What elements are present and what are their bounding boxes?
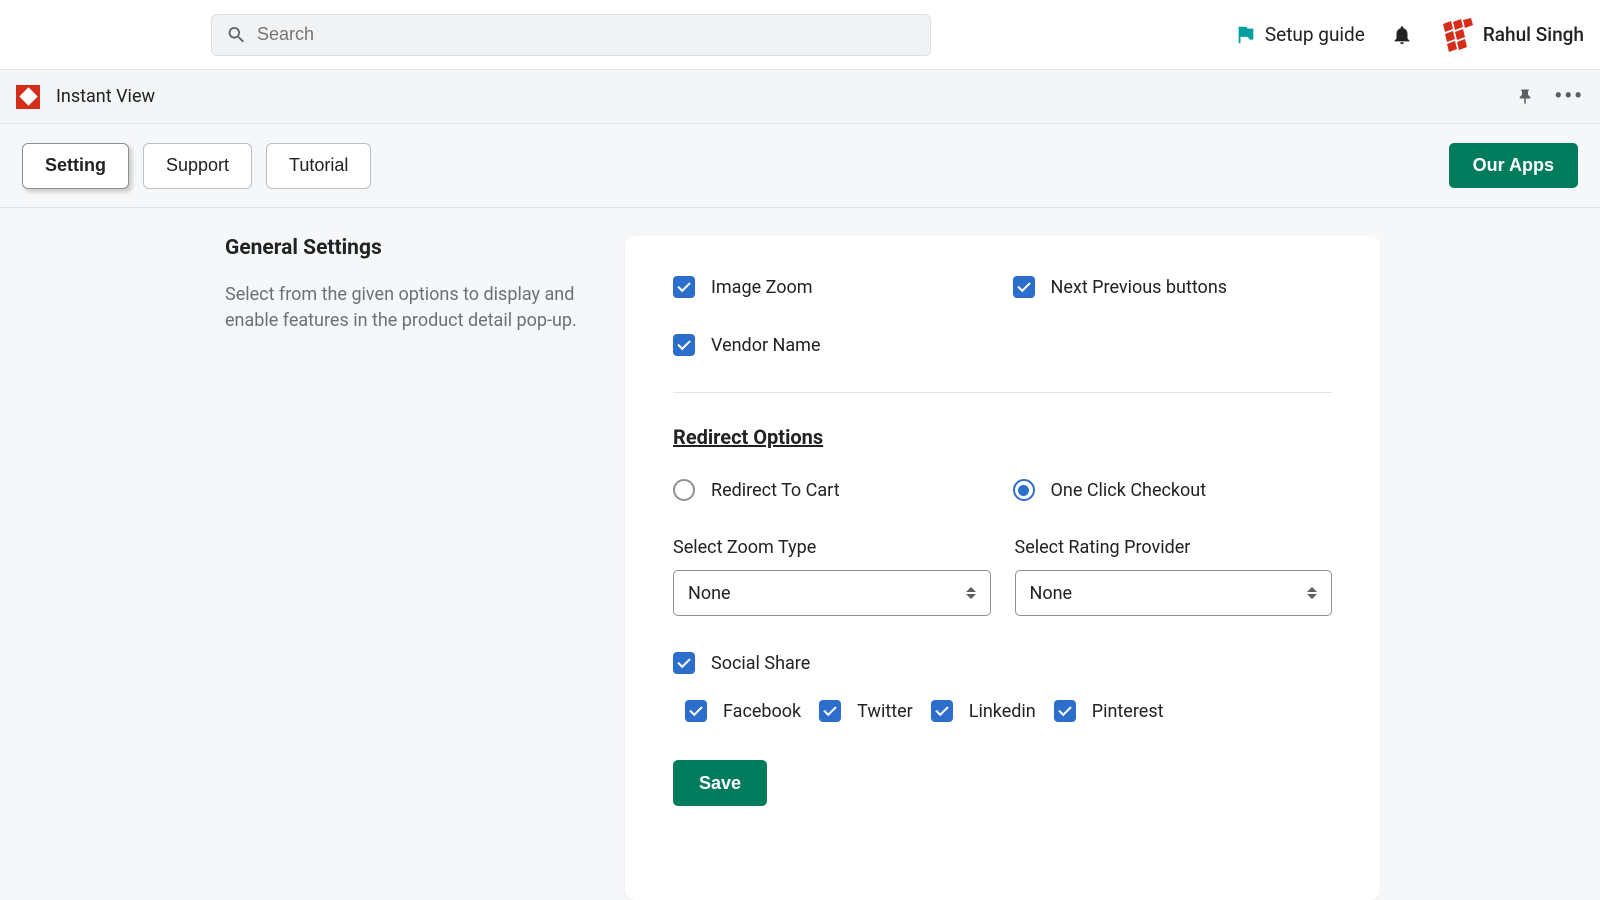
checkbox-image-zoom[interactable]: Image Zoom xyxy=(673,276,993,298)
rating-provider-select[interactable]: None xyxy=(1015,570,1333,616)
checkbox-label: Next Previous buttons xyxy=(1051,277,1228,298)
search-icon xyxy=(226,24,247,46)
side-description: General Settings Select from the given o… xyxy=(225,236,625,900)
radio-redirect-to-cart[interactable]: Redirect To Cart xyxy=(673,479,993,501)
checkbox-facebook[interactable]: Facebook xyxy=(685,700,801,722)
search-input[interactable] xyxy=(257,24,916,45)
chevron-sort-icon xyxy=(1307,587,1317,599)
user-menu[interactable]: Rahul Singh xyxy=(1439,18,1584,52)
top-bar: Setup guide Rahul Singh xyxy=(0,0,1600,70)
checkbox-label: Vendor Name xyxy=(711,335,821,356)
our-apps-button[interactable]: Our Apps xyxy=(1449,143,1578,188)
setup-guide-label: Setup guide xyxy=(1265,23,1365,46)
select-value: None xyxy=(1030,583,1073,604)
checkbox-label: Pinterest xyxy=(1092,701,1164,722)
app-title: Instant View xyxy=(56,86,155,107)
user-name: Rahul Singh xyxy=(1483,23,1584,46)
checkbox-label: Twitter xyxy=(857,701,913,722)
avatar xyxy=(1439,18,1473,52)
checkbox-label: Facebook xyxy=(723,701,801,722)
tab-bar: Setting Support Tutorial Our Apps xyxy=(0,124,1600,208)
radio-label: One Click Checkout xyxy=(1051,480,1207,501)
settings-panel: Image Zoom Next Previous buttons Vendor … xyxy=(625,236,1380,900)
content: General Settings Select from the given o… xyxy=(0,208,1600,900)
tab-support[interactable]: Support xyxy=(143,143,252,189)
section-redirect-title: Redirect Options xyxy=(673,425,1332,449)
page-subtitle: Select from the given options to display… xyxy=(225,282,585,334)
checkbox-label: Social Share xyxy=(711,653,810,674)
radio-label: Redirect To Cart xyxy=(711,480,840,501)
tab-tutorial[interactable]: Tutorial xyxy=(266,143,371,189)
checkbox-linkedin[interactable]: Linkedin xyxy=(931,700,1036,722)
divider xyxy=(673,392,1332,393)
checkbox-label: Linkedin xyxy=(969,701,1036,722)
more-icon[interactable]: ••• xyxy=(1554,84,1584,109)
pin-icon[interactable] xyxy=(1516,88,1534,106)
zoom-type-label: Select Zoom Type xyxy=(673,537,991,558)
bell-icon[interactable] xyxy=(1391,23,1413,47)
flag-icon xyxy=(1235,24,1257,46)
radio-one-click-checkout[interactable]: One Click Checkout xyxy=(1013,479,1333,501)
app-bar: Instant View ••• xyxy=(0,70,1600,124)
checkbox-twitter[interactable]: Twitter xyxy=(819,700,913,722)
zoom-type-select[interactable]: None xyxy=(673,570,991,616)
chevron-sort-icon xyxy=(966,587,976,599)
rating-provider-label: Select Rating Provider xyxy=(1015,537,1333,558)
checkbox-label: Image Zoom xyxy=(711,277,813,298)
search-input-wrap[interactable] xyxy=(211,14,931,56)
page-title: General Settings xyxy=(225,236,585,260)
checkbox-next-prev[interactable]: Next Previous buttons xyxy=(1013,276,1333,298)
select-value: None xyxy=(688,583,731,604)
save-button[interactable]: Save xyxy=(673,760,767,806)
checkbox-vendor-name[interactable]: Vendor Name xyxy=(673,334,1332,356)
checkbox-pinterest[interactable]: Pinterest xyxy=(1054,700,1164,722)
app-logo xyxy=(16,85,40,109)
checkbox-social-share[interactable]: Social Share xyxy=(673,652,1332,674)
tab-setting[interactable]: Setting xyxy=(22,143,129,189)
setup-guide-link[interactable]: Setup guide xyxy=(1235,23,1365,46)
